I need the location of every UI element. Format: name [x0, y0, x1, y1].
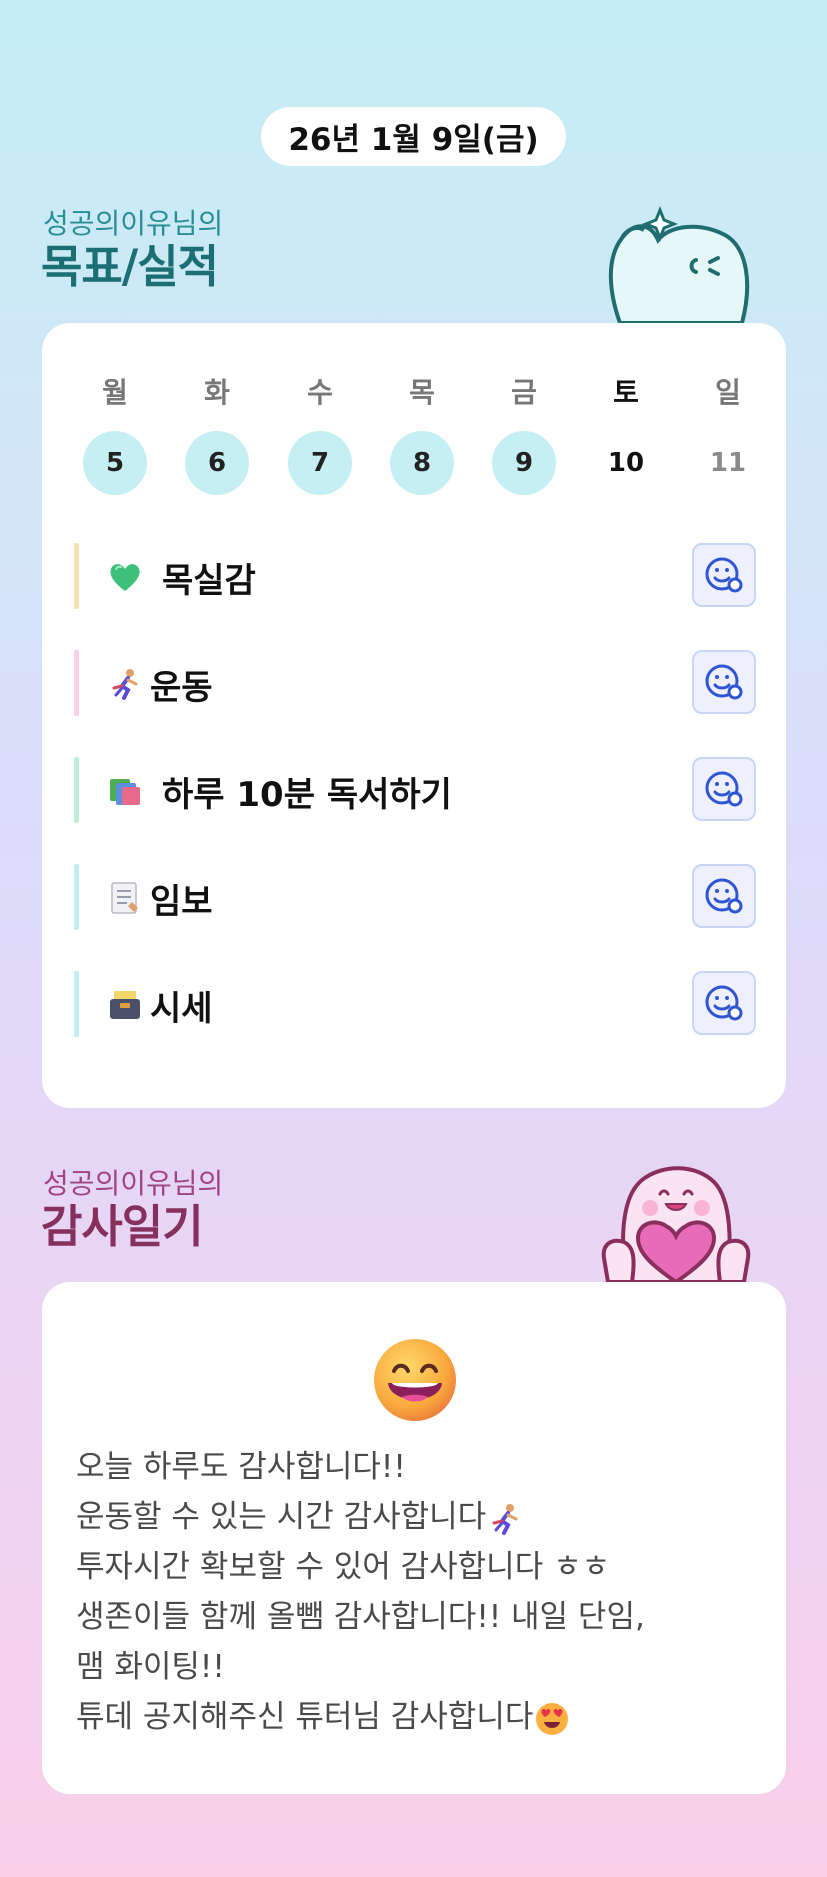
- goal-item: 시세: [74, 971, 756, 1037]
- day-label: 금: [511, 376, 537, 409]
- mint-mascot-icon: [608, 205, 750, 325]
- day-number[interactable]: 8: [390, 431, 454, 495]
- goal-check-button[interactable]: [692, 971, 756, 1035]
- day-number[interactable]: 10: [594, 431, 658, 495]
- goal-color-bar: [74, 864, 79, 930]
- goal-item: 하루 10분 독서하기: [74, 757, 756, 823]
- date-label: 26년 1월 9일(금): [288, 122, 539, 158]
- day-label: 수: [307, 376, 333, 409]
- smile-check-icon: [705, 878, 743, 914]
- day-label: 화: [204, 376, 230, 409]
- day-number[interactable]: 9: [492, 431, 556, 495]
- thanks-line: 운동할 수 있는 시간 감사합니다: [76, 1499, 487, 1535]
- goal-item: 임보: [74, 864, 756, 930]
- day-number[interactable]: 11: [696, 431, 760, 495]
- goal-color-bar: [74, 650, 79, 716]
- thanks-line: 튜데 공지해주신 튜터님 감사합니다: [76, 1699, 534, 1735]
- thanks-line: 생존이들 함께 올뺌 감사합니다!! 내일 단임,: [76, 1599, 645, 1635]
- memo-icon: [111, 882, 138, 914]
- goal-check-button[interactable]: [692, 543, 756, 607]
- day-number[interactable]: 7: [288, 431, 352, 495]
- goal-section-title: 목표/실적: [41, 240, 219, 293]
- grinning-face-icon: [374, 1339, 456, 1421]
- smile-check-icon: [705, 557, 743, 593]
- day-label: 토: [613, 376, 639, 409]
- day-number[interactable]: 5: [83, 431, 147, 495]
- goal-check-button[interactable]: [692, 757, 756, 821]
- smile-check-icon: [705, 985, 743, 1021]
- thanks-section-title: 감사일기: [41, 1200, 204, 1253]
- thanks-diary-text: 오늘 하루도 감사합니다!! 운동할 수 있는 시간 감사합니다 투자시간 확보…: [76, 1442, 756, 1742]
- smile-check-icon: [705, 664, 743, 700]
- thanks-line-wrap: 운동할 수 있는 시간 감사합니다: [76, 1492, 756, 1542]
- runner-icon: [492, 1503, 518, 1535]
- pink-mascot-heart-icon: [601, 1166, 751, 1284]
- day-label: 일: [715, 376, 741, 409]
- goal-card: 월 5 화 6 수 7 목 8 금 9 토 10 일 11 목실감 운동 하루 …: [42, 323, 786, 1108]
- thanks-card: 오늘 하루도 감사합니다!! 운동할 수 있는 시간 감사합니다 투자시간 확보…: [42, 1282, 786, 1794]
- runner-icon: [112, 669, 138, 700]
- goal-label: 운동: [150, 668, 213, 708]
- goal-check-button[interactable]: [692, 650, 756, 714]
- day-label: 월: [102, 376, 128, 409]
- card-file-box-icon: [110, 991, 140, 1019]
- goal-color-bar: [74, 757, 79, 823]
- smile-check-icon: [705, 771, 743, 807]
- day-label: 목: [409, 376, 435, 409]
- goal-color-bar: [74, 543, 79, 609]
- goal-label: 하루 10분 독서하기: [162, 775, 452, 815]
- goal-item: 운동: [74, 650, 756, 716]
- thanks-line: 오늘 하루도 감사합니다!!: [76, 1449, 406, 1485]
- goal-check-button[interactable]: [692, 864, 756, 928]
- thanks-line: 투자시간 확보할 수 있어 감사합니다 ㅎㅎ: [76, 1549, 611, 1585]
- date-pill: 26년 1월 9일(금): [261, 107, 566, 166]
- goal-color-bar: [74, 971, 79, 1037]
- thanks-line: 맴 화이팅!!: [76, 1649, 225, 1685]
- day-number[interactable]: 6: [185, 431, 249, 495]
- heart-eyes-face-icon: [536, 1702, 569, 1735]
- goal-label: 임보: [150, 882, 213, 922]
- thanks-line-wrap: 튜데 공지해주신 튜터님 감사합니다: [76, 1692, 756, 1742]
- week-calendar: 월 5 화 6 수 7 목 8 금 9 토 10 일 11: [42, 371, 786, 495]
- green-heart-icon: [110, 564, 140, 591]
- goal-item: 목실감: [74, 543, 756, 609]
- goal-label: 목실감: [162, 561, 256, 601]
- books-icon: [110, 779, 140, 805]
- goal-label: 시세: [150, 989, 213, 1029]
